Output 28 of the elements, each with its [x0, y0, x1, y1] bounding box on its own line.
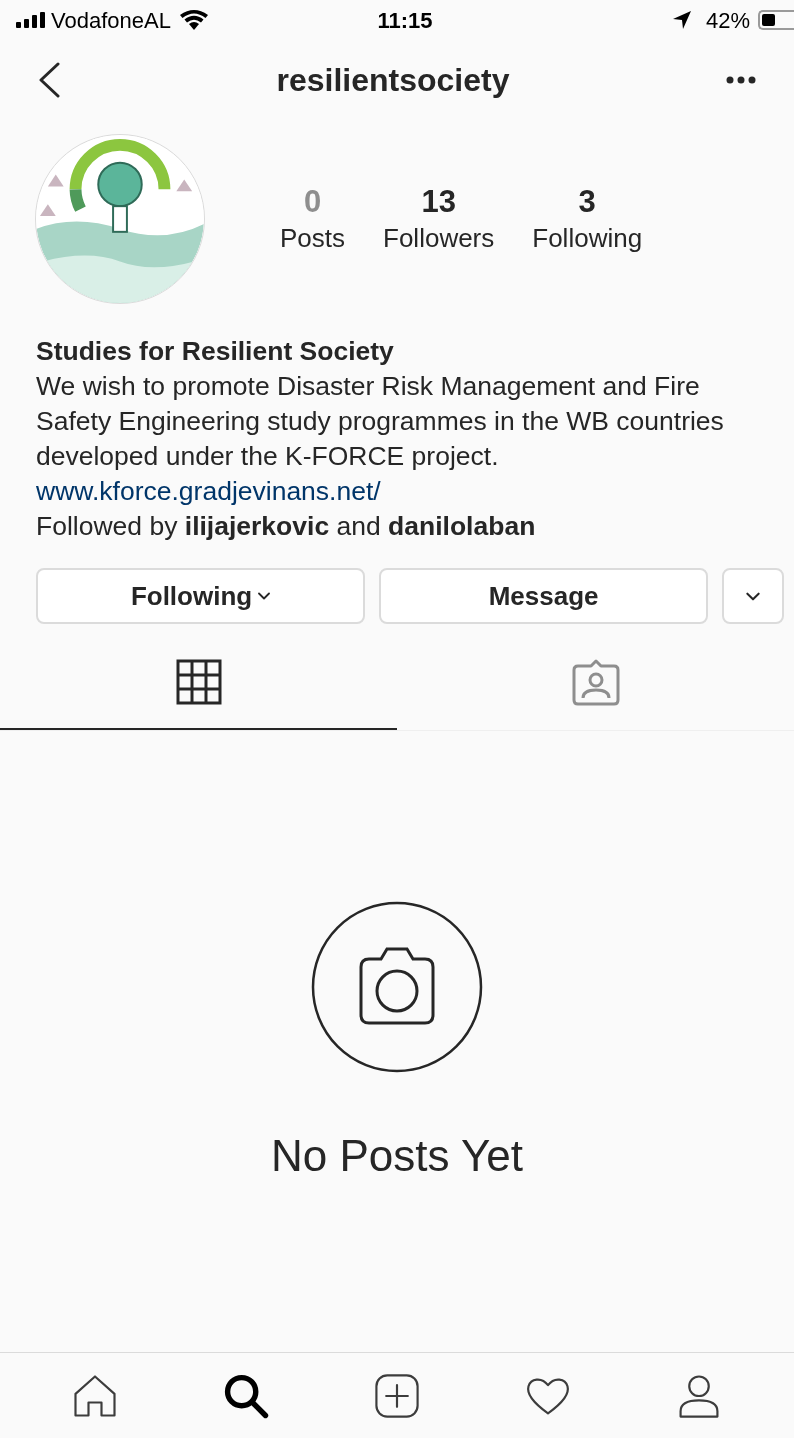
bio-text: We wish to promote Disaster Risk Management and Fire Safety Engineering study programmes in the WB countries developed under the K-FORCE project.	[36, 370, 725, 473]
camera-icon	[311, 901, 483, 1073]
profile-username: resilientsociety	[276, 61, 510, 100]
following-button[interactable]: Following	[36, 568, 366, 624]
caret-icon	[258, 592, 271, 600]
stat-count: 13	[421, 183, 456, 221]
followed-by-text: Followed by ilijajerkovic and danilolaban	[36, 510, 537, 543]
tagged-person-icon[interactable]	[571, 658, 620, 706]
signal-icon	[16, 12, 46, 28]
location-arrow-icon	[671, 10, 692, 30]
battery-icon	[758, 10, 794, 30]
more-options-icon[interactable]	[726, 76, 756, 84]
stat-count: 3	[578, 183, 596, 221]
profile-name: Studies for Resilient Society	[36, 335, 395, 368]
website-link[interactable]: www.kforce.gradjevinans.net/	[36, 476, 381, 506]
stat-label[interactable]: Posts	[280, 221, 346, 255]
battery-percentage: 42%	[705, 6, 750, 35]
grid-icon[interactable]	[175, 659, 222, 705]
empty-state-message: No Posts Yet	[271, 1130, 523, 1182]
back-icon[interactable]	[38, 62, 60, 98]
stat-count: 0	[303, 183, 322, 221]
stat-label[interactable]: Followers	[383, 221, 495, 255]
clock-time: 11:15	[377, 6, 433, 35]
caret-icon	[746, 591, 761, 601]
wifi-icon	[179, 10, 208, 30]
message-button[interactable]: Message	[379, 568, 709, 624]
stat-label[interactable]: Following	[532, 221, 643, 255]
carrier-name: VodafoneAL	[51, 6, 171, 35]
